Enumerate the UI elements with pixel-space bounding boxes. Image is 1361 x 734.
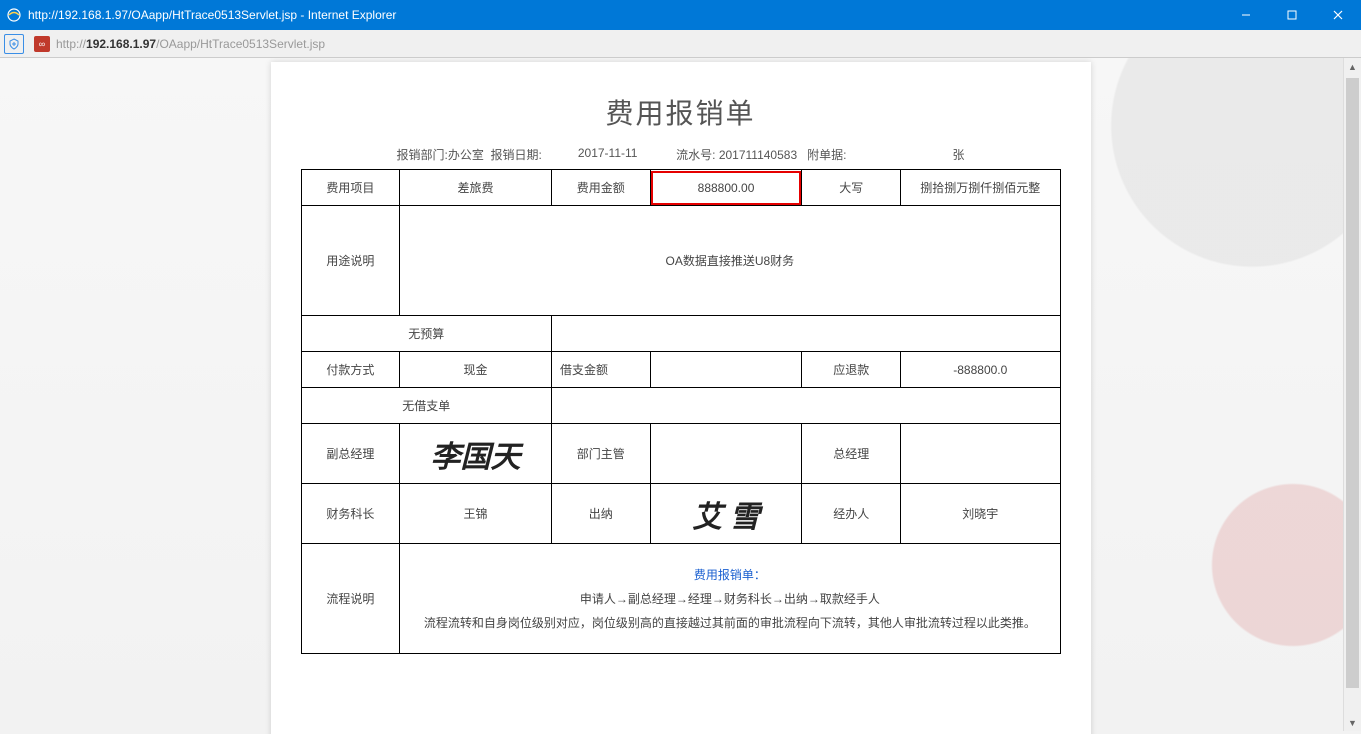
cell-handler-label: 经办人	[802, 484, 901, 544]
signature-cashier: 艾 雪	[692, 501, 760, 534]
cell-gm-sign	[901, 424, 1060, 484]
cell-flow-label: 流程说明	[301, 544, 400, 654]
cell-expense-item-label: 费用项目	[301, 170, 400, 206]
meta-date-value: 2017-11-11	[578, 146, 638, 163]
cell-handler-sign: 刘晓宇	[901, 484, 1060, 544]
document-meta-row: 报销部门:办公室 报销日期: 2017-11-11 流水号: 201711140…	[301, 146, 1061, 163]
url-prefix: http://	[56, 37, 86, 51]
table-row: 副总经理 李国天 部门主管 总经理	[301, 424, 1060, 484]
cell-vice-gm-sign: 李国天	[400, 424, 552, 484]
cell-refund-value: -888800.0	[901, 352, 1060, 388]
cell-cashier-label: 出纳	[551, 484, 650, 544]
signature-vice-gm: 李国天	[431, 441, 521, 474]
cell-empty	[551, 388, 1060, 424]
url-display[interactable]: http://192.168.1.97/OAapp/HtTrace0513Ser…	[56, 37, 325, 51]
cell-chinese-caps-value: 捌拾捌万捌仟捌佰元整	[901, 170, 1060, 206]
cell-pay-method-label: 付款方式	[301, 352, 400, 388]
cell-purpose-value: OA数据直接推送U8财务	[400, 206, 1060, 316]
meta-attach-label: 附单据:	[807, 148, 846, 162]
cell-gm-label: 总经理	[802, 424, 901, 484]
table-row: 无借支单	[301, 388, 1060, 424]
cell-finance-chief-sign: 王锦	[400, 484, 552, 544]
meta-date-label: 报销日期:	[491, 148, 542, 162]
cell-no-budget: 无预算	[301, 316, 551, 352]
scrollbar-thumb[interactable]	[1346, 78, 1359, 688]
ie-logo-icon	[6, 7, 22, 23]
url-path: /OAapp/HtTrace0513Servlet.jsp	[156, 37, 325, 51]
table-row: 付款方式 现金 借支金额 应退款 -888800.0	[301, 352, 1060, 388]
cell-cashier-sign: 艾 雪	[650, 484, 802, 544]
meta-attach-unit: 张	[952, 146, 964, 163]
scrollbar-down-button[interactable]: ▼	[1344, 714, 1361, 731]
cell-vice-gm-label: 副总经理	[301, 424, 400, 484]
cell-empty	[551, 316, 1060, 352]
address-bar: ∞ http://192.168.1.97/OAapp/HtTrace0513S…	[0, 30, 1361, 58]
browser-viewport: ▲ ▼ 费用报销单 报销部门:办公室 报销日期: 2017-11-11 流水号:…	[0, 58, 1361, 734]
table-row: 用途说明 OA数据直接推送U8财务	[301, 206, 1060, 316]
scrollbar-up-button[interactable]: ▲	[1344, 58, 1361, 75]
window-title: http://192.168.1.97/OAapp/HtTrace0513Ser…	[28, 8, 1223, 22]
cell-dept-head-label: 部门主管	[551, 424, 650, 484]
meta-serial-label: 流水号:	[676, 148, 715, 162]
window-minimize-button[interactable]	[1223, 0, 1269, 30]
window-titlebar: http://192.168.1.97/OAapp/HtTrace0513Ser…	[0, 0, 1361, 30]
window-maximize-button[interactable]	[1269, 0, 1315, 30]
table-row: 财务科长 王锦 出纳 艾 雪 经办人 刘晓宇	[301, 484, 1060, 544]
cell-expense-item-value: 差旅费	[400, 170, 552, 206]
flow-title: 费用报销单：	[404, 563, 1055, 587]
flow-line-2: 流程流转和自身岗位级别对应，岗位级别高的直接越过其前面的审批流程向下流转，其他人…	[404, 611, 1055, 635]
table-row: 流程说明 费用报销单： 申请人→副总经理→经理→财务科长→出纳→取款经手人 流程…	[301, 544, 1060, 654]
cell-amount-label: 费用金额	[551, 170, 650, 206]
expense-form-table: 费用项目 差旅费 费用金额 888800.00 大写 捌拾捌万捌仟捌佰元整 用途…	[301, 169, 1061, 654]
cell-purpose-label: 用途说明	[301, 206, 400, 316]
table-row: 无预算	[301, 316, 1060, 352]
cell-amount-value: 888800.00	[650, 170, 802, 206]
cell-no-loan: 无借支单	[301, 388, 551, 424]
table-row: 费用项目 差旅费 费用金额 888800.00 大写 捌拾捌万捌仟捌佰元整	[301, 170, 1060, 206]
cell-loan-amount-label: 借支金额	[551, 352, 650, 388]
cell-flow-content: 费用报销单： 申请人→副总经理→经理→财务科长→出纳→取款经手人 流程流转和自身…	[400, 544, 1060, 654]
cell-pay-method-value: 现金	[400, 352, 552, 388]
meta-dept: 报销部门:办公室	[397, 148, 484, 162]
cell-dept-head-sign	[650, 424, 802, 484]
cell-finance-chief-label: 财务科长	[301, 484, 400, 544]
cell-refund-label: 应退款	[802, 352, 901, 388]
security-shield-icon[interactable]	[4, 34, 24, 54]
flow-line-1: 申请人→副总经理→经理→财务科长→出纳→取款经手人	[404, 587, 1055, 611]
favicon-icon: ∞	[34, 36, 50, 52]
document-title: 费用报销单	[301, 92, 1061, 132]
meta-serial-value: 201711140583	[719, 148, 797, 162]
cell-loan-amount-value	[650, 352, 802, 388]
cell-chinese-caps-label: 大写	[802, 170, 901, 206]
url-host: 192.168.1.97	[86, 37, 156, 51]
window-close-button[interactable]	[1315, 0, 1361, 30]
document-page: 费用报销单 报销部门:办公室 报销日期: 2017-11-11 流水号: 201…	[271, 62, 1091, 734]
